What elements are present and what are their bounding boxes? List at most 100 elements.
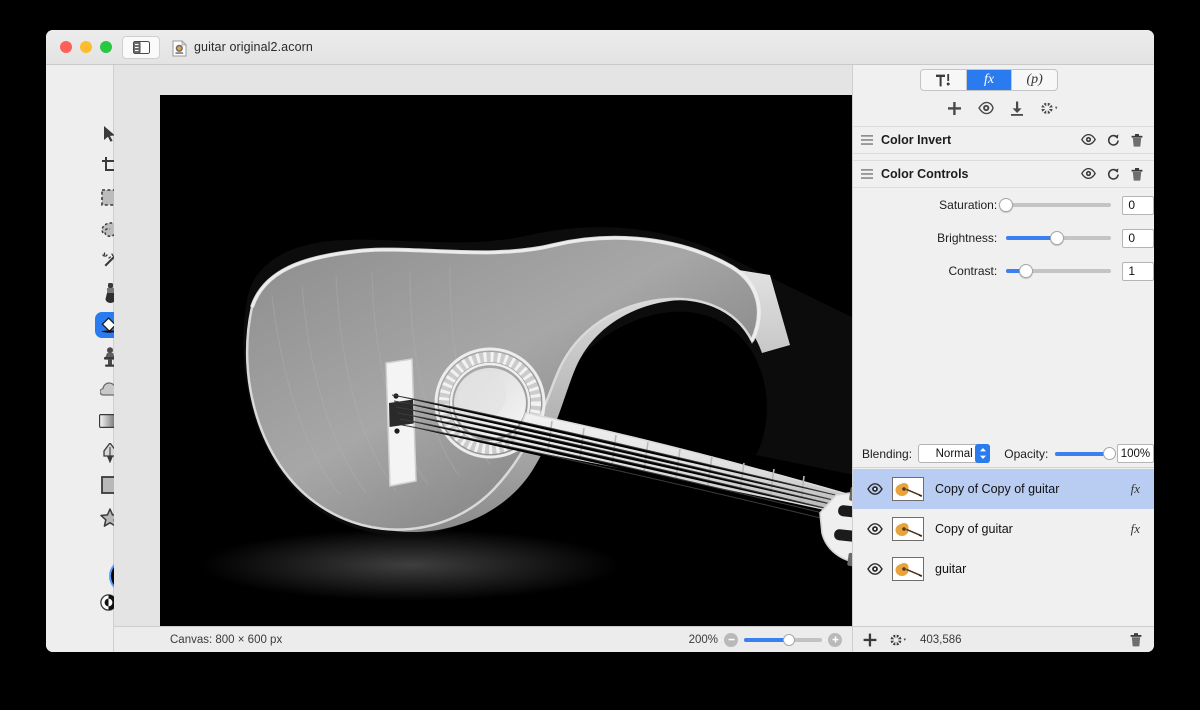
plus-icon xyxy=(948,101,961,115)
layer-row[interactable]: Copy of guitar fx xyxy=(853,509,1154,549)
layer-name: guitar xyxy=(935,562,967,576)
layer-visibility-icon[interactable] xyxy=(867,523,883,535)
close-window-button[interactable] xyxy=(60,41,72,53)
brightness-slider[interactable] xyxy=(1006,231,1112,245)
filter-eye-icon xyxy=(978,101,994,115)
saturation-slider[interactable] xyxy=(999,198,1112,212)
tab-tools[interactable] xyxy=(921,70,967,90)
zoom-in-button[interactable] xyxy=(828,632,842,647)
chevron-updown-icon xyxy=(975,444,991,463)
guitar-thumbnail-icon xyxy=(893,478,923,500)
filter-row-color-invert[interactable]: Color Invert xyxy=(853,126,1154,154)
tab-presets[interactable]: (p) xyxy=(1012,70,1057,90)
param-contrast: Contrast: 1 xyxy=(853,261,1154,281)
hammer-tool-icon xyxy=(936,74,951,87)
zoom-percent-label: 200% xyxy=(688,633,718,646)
add-filter-button[interactable] xyxy=(947,101,962,116)
filter-settings-button[interactable] xyxy=(1040,101,1060,116)
guitar-thumbnail-icon xyxy=(893,558,923,580)
param-label: Saturation: xyxy=(939,198,998,212)
filter-preview-button[interactable] xyxy=(978,101,994,115)
param-brightness: Brightness: 0 xyxy=(853,228,1154,248)
eye-icon[interactable] xyxy=(1081,133,1096,145)
layer-name: Copy of guitar xyxy=(935,522,1013,536)
plus-icon xyxy=(863,633,877,646)
layer-visibility-icon[interactable] xyxy=(867,483,883,495)
filter-actions xyxy=(1081,133,1154,147)
tool-palette xyxy=(46,65,157,652)
grayscale-inverted-acoustic-guitar xyxy=(160,95,916,652)
opacity-value-field[interactable]: 100% xyxy=(1116,444,1154,463)
blending-mode-value: Normal xyxy=(935,447,973,460)
slider-knob[interactable] xyxy=(1049,231,1064,245)
zoom-controls: 200% xyxy=(688,632,852,647)
layer-options-bar: Blending: Normal Opacity: 100% xyxy=(853,440,1154,468)
acorn-document-icon xyxy=(172,40,187,57)
contrast-value-field[interactable]: 1 xyxy=(1122,261,1154,281)
filter-name: Color Controls xyxy=(881,167,969,181)
zoom-slider[interactable] xyxy=(744,633,822,646)
blending-label: Blending: xyxy=(862,446,913,461)
tab-filters-label: fx xyxy=(983,72,995,87)
guitar-thumbnail-icon xyxy=(893,518,923,540)
canvas-status-bar: Canvas: 800 × 600 px 200% xyxy=(114,626,852,652)
saturation-value-field[interactable]: 0 xyxy=(1122,195,1154,215)
gear-dropdown-icon xyxy=(1040,101,1058,115)
brightness-value-field[interactable]: 0 xyxy=(1122,228,1154,248)
filter-name: Color Invert xyxy=(881,133,952,147)
canvas-size-label: Canvas: 800 × 600 px xyxy=(170,633,283,646)
reset-icon[interactable] xyxy=(1107,133,1120,147)
maximize-window-button[interactable] xyxy=(100,41,112,53)
filter-toolbar xyxy=(853,96,1154,120)
sidebar-panel-icon xyxy=(132,41,150,54)
zoom-in-icon xyxy=(832,636,838,643)
param-label: Brightness: xyxy=(937,231,998,245)
layer-fx-badge[interactable]: fx xyxy=(1131,521,1154,537)
image-canvas[interactable] xyxy=(160,95,916,652)
blending-mode-select[interactable]: Normal xyxy=(918,444,991,463)
inspector-panel: fx (p) Color Invert Color Controls Satur… xyxy=(852,65,1154,652)
layer-thumbnail[interactable] xyxy=(892,517,924,541)
delete-layer-button[interactable] xyxy=(1130,632,1154,647)
contrast-slider[interactable] xyxy=(1006,264,1112,278)
filter-actions xyxy=(1081,167,1154,181)
opacity-label: Opacity: xyxy=(1004,446,1049,461)
layer-thumbnail[interactable] xyxy=(892,477,924,501)
zoom-slider-knob[interactable] xyxy=(783,633,796,646)
layer-thumbnail[interactable] xyxy=(892,557,924,581)
opacity-slider-fill xyxy=(1055,451,1109,456)
layer-memory-count: 403,586 xyxy=(920,633,962,646)
slider-knob[interactable] xyxy=(1019,264,1034,278)
reset-icon[interactable] xyxy=(1107,167,1120,181)
layer-name: Copy of Copy of guitar xyxy=(935,482,1060,496)
drag-handle-icon[interactable] xyxy=(861,135,873,145)
opacity-slider-knob[interactable] xyxy=(1102,446,1116,460)
delete-icon[interactable] xyxy=(1131,133,1143,147)
eye-icon[interactable] xyxy=(1081,167,1096,179)
slider-knob[interactable] xyxy=(999,198,1014,212)
canvas-area xyxy=(114,65,916,652)
layer-visibility-icon[interactable] xyxy=(867,563,883,575)
minimize-window-button[interactable] xyxy=(80,41,92,53)
layer-row[interactable]: guitar xyxy=(853,549,1154,589)
save-preset-button[interactable] xyxy=(1010,101,1024,116)
tab-filters[interactable]: fx xyxy=(966,70,1013,90)
layer-row[interactable]: Copy of Copy of guitar fx xyxy=(853,469,1154,509)
param-saturation: Saturation: 0 xyxy=(853,195,1154,215)
param-label: Contrast: xyxy=(948,264,998,278)
sidebar-toggle-button[interactable] xyxy=(122,36,160,59)
gear-dropdown-icon xyxy=(889,632,906,647)
opacity-slider[interactable] xyxy=(1055,446,1116,460)
drag-handle-icon[interactable] xyxy=(861,169,873,179)
layer-settings-button[interactable] xyxy=(889,632,908,647)
trash-icon xyxy=(1130,632,1142,646)
download-icon xyxy=(1011,101,1023,116)
delete-icon[interactable] xyxy=(1131,167,1143,181)
zoom-out-icon xyxy=(728,638,734,641)
layer-fx-badge[interactable]: fx xyxy=(1131,481,1154,497)
add-layer-button[interactable] xyxy=(863,633,877,647)
tab-presets-label: (p) xyxy=(1026,72,1043,87)
window-titlebar: guitar original2.acorn xyxy=(46,30,1154,65)
zoom-out-button[interactable] xyxy=(724,632,738,647)
filter-row-color-controls[interactable]: Color Controls xyxy=(853,160,1154,188)
